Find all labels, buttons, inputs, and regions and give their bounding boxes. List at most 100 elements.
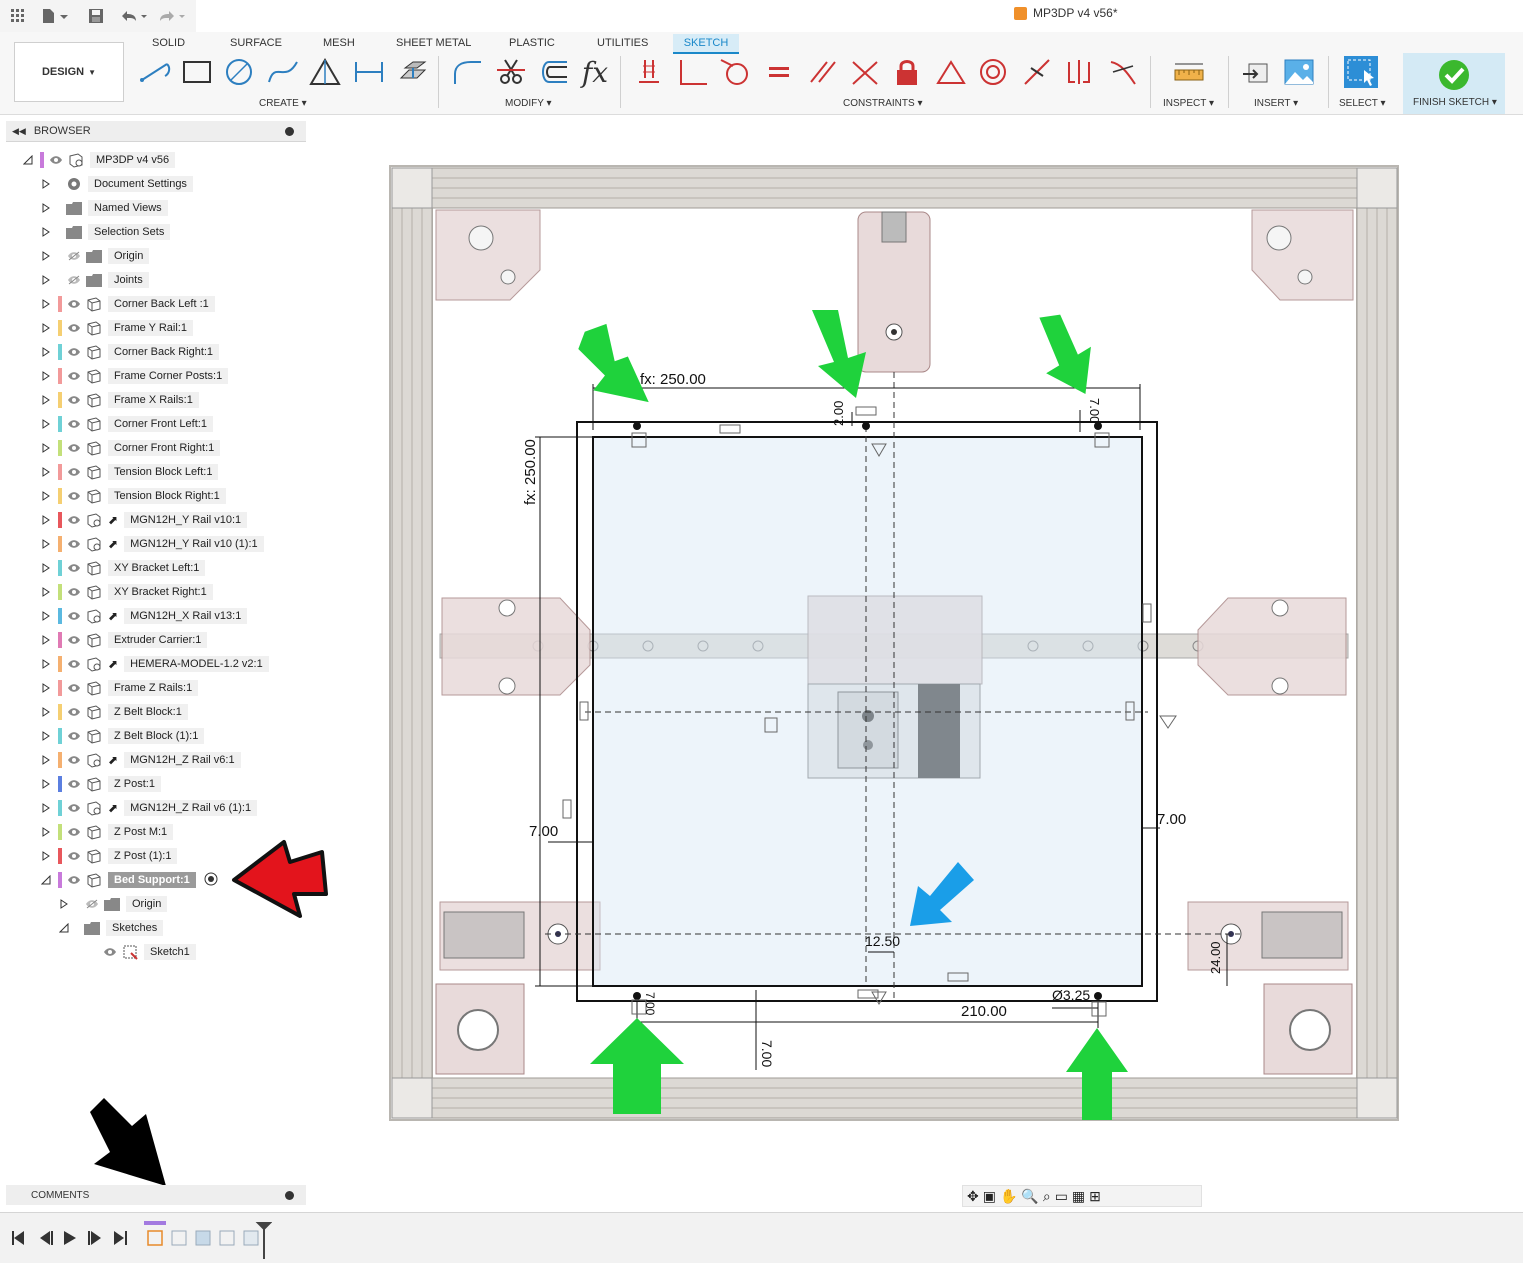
browser-item[interactable]: Named Views (40, 198, 168, 218)
finish-sketch-button[interactable]: FINISH SKETCH ▾ (1403, 53, 1505, 114)
visibility-eye-icon[interactable] (66, 826, 82, 838)
browser-item[interactable]: Origin (40, 246, 150, 266)
visibility-eye-icon[interactable] (66, 682, 82, 694)
visibility-hidden-icon[interactable] (84, 898, 100, 910)
browser-item[interactable]: Z Post (1):1 (40, 846, 178, 866)
expand-triangle-icon[interactable] (76, 946, 88, 958)
tab-surface[interactable]: SURFACE (224, 34, 288, 52)
visibility-eye-icon[interactable] (66, 586, 82, 598)
expand-triangle-icon[interactable] (40, 754, 52, 766)
browser-item[interactable]: Corner Back Left :1 (40, 294, 215, 314)
browser-item[interactable]: Sketch1 (76, 942, 196, 962)
orbit-icon[interactable]: ✥ (967, 1188, 979, 1205)
expand-triangle-icon[interactable] (58, 898, 70, 910)
coincident-constraint-icon[interactable] (632, 54, 666, 90)
app-grid-icon[interactable] (6, 4, 30, 28)
expand-triangle-icon[interactable] (40, 562, 52, 574)
concentric-constraint-icon[interactable] (976, 54, 1010, 90)
browser-item[interactable]: ⬈ MGN12H_X Rail v13:1 (40, 606, 248, 626)
visibility-eye-icon[interactable] (66, 658, 82, 670)
browser-item[interactable]: Frame Y Rail:1 (40, 318, 193, 338)
visibility-eye-icon[interactable] (66, 322, 82, 334)
trim-tool-icon[interactable] (494, 54, 528, 90)
modify-group-label[interactable]: MODIFY ▾ (505, 98, 552, 109)
collapse-triangle-icon[interactable] (58, 922, 70, 934)
visibility-eye-icon[interactable] (66, 394, 82, 406)
spline-tool-icon[interactable] (266, 54, 300, 90)
expand-triangle-icon[interactable] (40, 538, 52, 550)
tab-plastic[interactable]: PLASTIC (503, 34, 561, 52)
browser-item[interactable]: Frame Z Rails:1 (40, 678, 199, 698)
visibility-eye-icon[interactable] (66, 754, 82, 766)
expand-triangle-icon[interactable] (40, 178, 52, 190)
browser-item[interactable]: Joints (40, 270, 149, 290)
browser-item[interactable]: Corner Front Right:1 (40, 438, 221, 458)
comments-panel[interactable]: COMMENTS (6, 1185, 306, 1205)
expand-triangle-icon[interactable] (40, 730, 52, 742)
parameters-fx-icon[interactable]: fx (578, 54, 612, 90)
expand-triangle-icon[interactable] (40, 826, 52, 838)
midpoint-constraint-icon[interactable] (1020, 54, 1054, 90)
display-settings-icon[interactable]: ▭ (1055, 1188, 1068, 1205)
browser-item[interactable]: Extruder Carrier:1 (40, 630, 208, 650)
project-tool-icon[interactable] (396, 54, 430, 90)
expand-triangle-icon[interactable] (40, 274, 52, 286)
browser-item[interactable]: ⬈ HEMERA-MODEL-1.2 v2:1 (40, 654, 269, 674)
browser-item[interactable]: Z Belt Block:1 (40, 702, 188, 722)
expand-triangle-icon[interactable] (40, 250, 52, 262)
expand-triangle-icon[interactable] (40, 778, 52, 790)
curvature-constraint-icon[interactable] (1106, 54, 1140, 90)
polygon-tool-icon[interactable] (308, 54, 342, 90)
browser-item[interactable]: Sketches (58, 918, 164, 938)
create-group-label[interactable]: CREATE ▾ (259, 98, 307, 109)
browser-item[interactable]: Frame Corner Posts:1 (40, 366, 229, 386)
tab-sheet-metal[interactable]: SHEET METAL (390, 34, 477, 52)
viewports-icon[interactable]: ⊞ (1089, 1188, 1101, 1205)
tab-sketch[interactable]: SKETCH (673, 34, 739, 52)
browser-item[interactable]: XY Bracket Right:1 (40, 582, 213, 602)
perpendicular-constraint-icon[interactable] (676, 54, 710, 90)
equal-constraint-icon[interactable] (762, 54, 796, 90)
browser-item[interactable]: ⬈ MGN12H_Z Rail v6 (1):1 (40, 798, 258, 818)
expand-triangle-icon[interactable] (40, 682, 52, 694)
visibility-eye-icon[interactable] (48, 154, 64, 166)
browser-item[interactable]: Z Post:1 (40, 774, 161, 794)
visibility-eye-icon[interactable] (66, 298, 82, 310)
measure-tool-icon[interactable] (1172, 54, 1206, 90)
workspace-dropdown[interactable]: DESIGN ▼ (14, 42, 124, 102)
visibility-eye-icon[interactable] (66, 370, 82, 382)
browser-item[interactable]: Frame X Rails:1 (40, 390, 199, 410)
expand-triangle-icon[interactable] (40, 418, 52, 430)
browser-item[interactable]: Corner Back Right:1 (40, 342, 220, 362)
visibility-eye-icon[interactable] (66, 802, 82, 814)
undo-icon[interactable] (116, 4, 152, 28)
browser-item[interactable]: ⬈ MGN12H_Y Rail v10 (1):1 (40, 534, 264, 554)
browser-item[interactable]: Tension Block Right:1 (40, 486, 226, 506)
expand-triangle-icon[interactable] (40, 322, 52, 334)
visibility-eye-icon[interactable] (66, 418, 82, 430)
visibility-eye-icon[interactable] (66, 610, 82, 622)
expand-triangle-icon[interactable] (40, 610, 52, 622)
browser-item[interactable]: Corner Front Left:1 (40, 414, 213, 434)
visibility-eye-icon[interactable] (66, 346, 82, 358)
insert-group-label[interactable]: INSERT ▾ (1254, 98, 1298, 109)
collapse-triangle-icon[interactable] (22, 154, 34, 166)
tab-mesh[interactable]: MESH (317, 34, 361, 52)
browser-item[interactable]: Z Belt Block (1):1 (40, 726, 205, 746)
visibility-eye-icon[interactable] (66, 466, 82, 478)
expand-triangle-icon[interactable] (40, 298, 52, 310)
tangent-constraint-icon[interactable] (718, 54, 752, 90)
visibility-eye-icon[interactable] (66, 850, 82, 862)
zoom-icon[interactable]: 🔍 (1021, 1188, 1038, 1205)
expand-triangle-icon[interactable] (40, 802, 52, 814)
visibility-eye-icon[interactable] (102, 946, 118, 958)
expand-triangle-icon[interactable] (40, 658, 52, 670)
expand-triangle-icon[interactable] (40, 442, 52, 454)
tab-utilities[interactable]: UTILITIES (591, 34, 654, 52)
collapse-browser-icon[interactable]: ◀◀ (12, 126, 26, 137)
triangle-constraint-icon[interactable] (934, 54, 968, 90)
expand-triangle-icon[interactable] (40, 346, 52, 358)
visibility-eye-icon[interactable] (66, 442, 82, 454)
browser-item[interactable]: MP3DP v4 v56 (22, 150, 176, 170)
pan-hand-icon[interactable]: ✋ (1000, 1188, 1017, 1205)
